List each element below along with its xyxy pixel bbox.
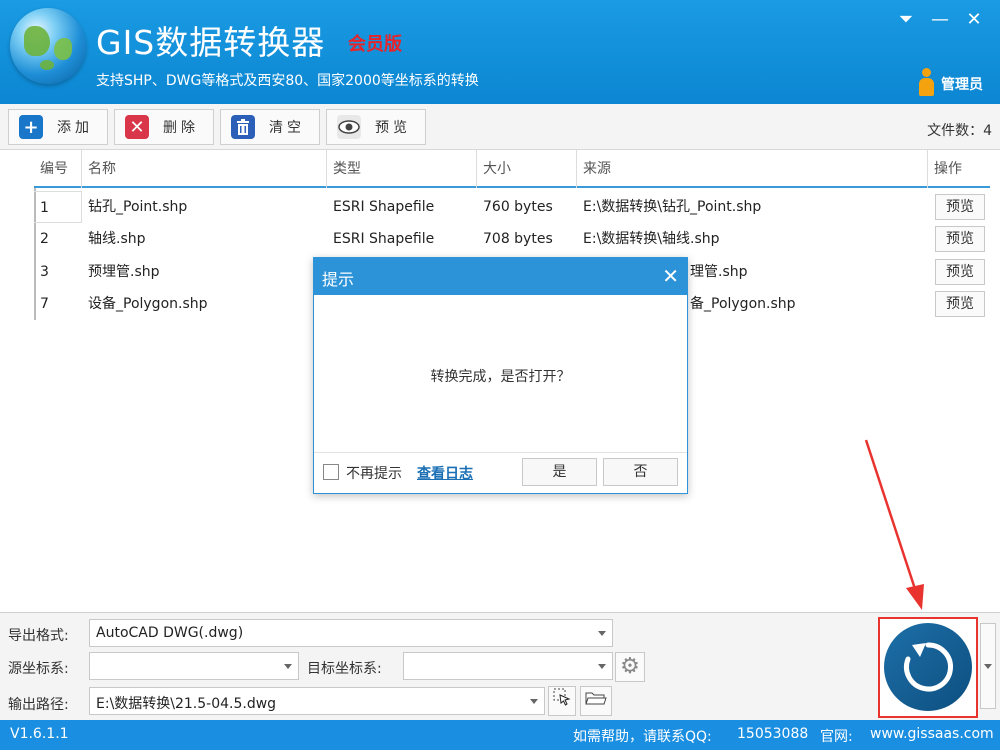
row-size: 760 bytes <box>483 199 553 215</box>
row-source: 备_Polygon.shp <box>690 296 796 312</box>
row-id: 7 <box>40 296 49 312</box>
row-source: 理管.shp <box>690 264 748 280</box>
row-type: ESRI Shapefile <box>333 231 435 247</box>
dialog-divider <box>314 452 687 453</box>
row-preview-button[interactable]: 预览 <box>935 291 985 317</box>
col-header-action[interactable]: 操作 <box>928 150 990 188</box>
src-crs-select[interactable] <box>89 652 299 680</box>
version-label: V1.6.1.1 <box>10 726 69 742</box>
gear-icon[interactable]: ⚙ <box>615 652 645 682</box>
dialog-close-icon[interactable]: ✕ <box>662 264 679 288</box>
col-header-id[interactable]: 编号 <box>34 150 82 188</box>
help-text: 如需帮助，请联系QQ: <box>573 729 712 745</box>
file-count: 文件数：4 <box>927 123 992 139</box>
dont-remind-label[interactable]: 不再提示 <box>346 463 402 483</box>
col-header-source[interactable]: 来源 <box>577 150 928 188</box>
export-format-value: AutoCAD DWG(.dwg) <box>96 625 244 641</box>
row-name: 预埋管.shp <box>88 264 160 280</box>
eye-icon <box>337 115 361 139</box>
folder-open-icon[interactable] <box>580 686 612 716</box>
clear-button-label: 清空 <box>269 120 305 136</box>
col-header-size[interactable]: 大小 <box>477 150 577 188</box>
add-button[interactable]: + 添加 <box>8 109 108 145</box>
row-name: 钻孔_Point.shp <box>88 199 188 215</box>
trash-icon <box>231 115 255 139</box>
status-bar: V1.6.1.1 如需帮助，请联系QQ: 15053088 官网: www.gi… <box>0 720 1000 750</box>
menu-dropdown-icon[interactable]: ⏷ <box>892 6 920 34</box>
website-link[interactable]: www.gissaas.com <box>870 726 994 742</box>
chevron-down-icon <box>598 664 606 669</box>
preview-button-label: 预览 <box>375 120 411 136</box>
row-preview-button[interactable]: 预览 <box>935 259 985 285</box>
row-id: 3 <box>40 264 49 280</box>
clear-button[interactable]: 清空 <box>220 109 320 145</box>
dst-crs-select[interactable] <box>403 652 613 680</box>
table-header: 编号 名称 类型 大小 来源 操作 <box>34 150 990 188</box>
user-name[interactable]: 管理员 <box>941 74 983 94</box>
col-header-name[interactable]: 名称 <box>82 150 327 188</box>
refresh-icon <box>904 642 953 692</box>
user-icon[interactable] <box>918 68 934 96</box>
chevron-down-icon <box>284 664 292 669</box>
preview-button[interactable]: 预览 <box>326 109 426 145</box>
dont-remind-checkbox[interactable] <box>323 464 339 480</box>
src-crs-label: 源坐标系: <box>8 661 69 677</box>
plus-icon: + <box>19 115 43 139</box>
chevron-down-icon <box>530 699 538 704</box>
export-format-label: 导出格式: <box>8 628 69 644</box>
edition-badge: 会员版 <box>348 34 402 55</box>
app-title: GIS数据转换器 <box>96 23 326 62</box>
add-button-label: 添加 <box>57 120 93 136</box>
row-name: 设备_Polygon.shp <box>88 296 208 312</box>
col-header-type[interactable]: 类型 <box>327 150 477 188</box>
view-log-link[interactable]: 查看日志 <box>417 463 473 483</box>
title-bar: GIS数据转换器 会员版 支持SHP、DWG等格式及西安80、国家2000等坐标… <box>0 0 1000 104</box>
output-path-select[interactable]: E:\数据转换\21.5-04.5.dwg <box>89 687 545 715</box>
qq-number[interactable]: 15053088 <box>737 726 808 742</box>
close-window-icon[interactable]: ✕ <box>960 6 988 34</box>
row-id: 1 <box>34 191 82 223</box>
website-label: 官网: <box>820 729 853 745</box>
convert-options-dropdown[interactable] <box>980 623 996 709</box>
prompt-dialog: 提示 ✕ 转换完成，是否打开？ 不再提示 查看日志 是 否 <box>313 257 688 494</box>
row-type: ESRI Shapefile <box>333 199 435 215</box>
convert-button[interactable] <box>884 623 972 711</box>
no-button[interactable]: 否 <box>603 458 678 486</box>
yes-button[interactable]: 是 <box>522 458 597 486</box>
table-row[interactable]: 1 钻孔_Point.shp ESRI Shapefile 760 bytes … <box>34 191 990 223</box>
chevron-down-icon <box>598 631 606 636</box>
convert-button-highlight <box>878 617 978 718</box>
chevron-down-icon <box>984 664 992 669</box>
select-cursor-icon[interactable] <box>548 686 576 716</box>
dst-crs-label: 目标坐标系: <box>307 661 382 677</box>
dialog-header[interactable]: 提示 ✕ <box>314 258 687 295</box>
delete-x-icon: ✕ <box>125 115 149 139</box>
output-path-label: 输出路径: <box>8 697 69 713</box>
dialog-title: 提示 <box>322 270 355 289</box>
row-source: E:\数据转换\轴线.shp <box>583 231 720 247</box>
delete-button-label: 删除 <box>163 120 199 136</box>
minimize-icon[interactable]: — <box>926 6 954 34</box>
row-preview-button[interactable]: 预览 <box>935 226 985 252</box>
row-preview-button[interactable]: 预览 <box>935 194 985 220</box>
app-subtitle: 支持SHP、DWG等格式及西安80、国家2000等坐标系的转换 <box>96 73 479 89</box>
globe-logo-icon <box>10 8 86 84</box>
row-source: E:\数据转换\钻孔_Point.shp <box>583 199 762 215</box>
row-size: 708 bytes <box>483 231 553 247</box>
dialog-message: 转换完成，是否打开？ <box>430 369 571 385</box>
export-format-select[interactable]: AutoCAD DWG(.dwg) <box>89 619 613 647</box>
row-id: 2 <box>40 231 49 247</box>
table-row[interactable]: 2 轴线.shp ESRI Shapefile 708 bytes E:\数据转… <box>34 223 990 255</box>
toolbar: + 添加 ✕ 删除 清空 预览 文件数：4 <box>0 104 1000 150</box>
settings-panel: 导出格式: AutoCAD DWG(.dwg) 源坐标系: 目标坐标系: ⚙ 输… <box>0 612 1000 720</box>
row-name: 轴线.shp <box>88 231 146 247</box>
output-path-value: E:\数据转换\21.5-04.5.dwg <box>96 696 277 712</box>
delete-button[interactable]: ✕ 删除 <box>114 109 214 145</box>
